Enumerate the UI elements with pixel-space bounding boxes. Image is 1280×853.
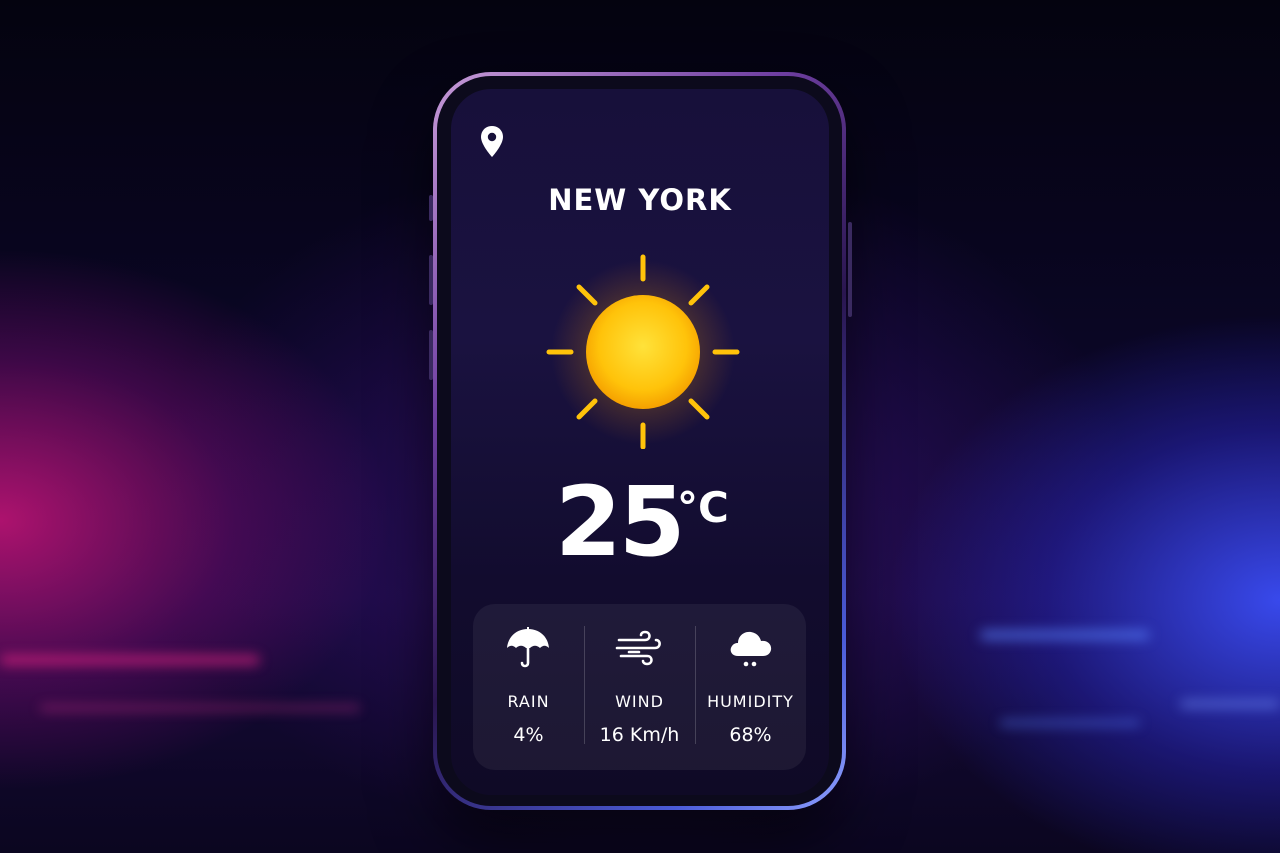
stat-label: RAIN: [507, 692, 550, 711]
weather-app-screen: NEW YORK 25 °C RAIN 4% WIND 16 Km/h HUMI…: [451, 89, 829, 795]
map-pin-icon[interactable]: [479, 125, 505, 159]
light-streak: [980, 630, 1150, 640]
stat-rain: RAIN 4%: [473, 604, 584, 770]
temperature-display: 25 °C: [555, 467, 755, 577]
light-streak: [0, 655, 260, 665]
wind-icon: [615, 626, 663, 670]
stat-wind: WIND 16 Km/h: [584, 604, 695, 770]
stat-humidity: HUMIDITY 68%: [695, 604, 806, 770]
stat-label: WIND: [615, 692, 664, 711]
stat-label: HUMIDITY: [707, 692, 794, 711]
light-streak: [40, 705, 360, 711]
umbrella-icon: [504, 626, 552, 670]
temperature-unit: °C: [677, 483, 729, 532]
sun-icon: [543, 249, 743, 450]
light-streak: [1180, 700, 1280, 708]
city-name: NEW YORK: [548, 183, 732, 217]
stat-value: 68%: [729, 724, 772, 746]
cloud-rain-icon: [726, 626, 774, 670]
power-button: [848, 222, 852, 317]
stat-value: 4%: [513, 724, 544, 746]
volume-button: [429, 330, 433, 380]
volume-button: [429, 255, 433, 305]
volume-button: [429, 195, 433, 221]
background: NEW YORK 25 °C RAIN 4% WIND 16 Km/h HUMI…: [0, 0, 1280, 853]
light-streak: [1000, 720, 1140, 726]
weather-stats-card: RAIN 4% WIND 16 Km/h HUMIDITY 68%: [473, 604, 806, 770]
temperature-value: 25: [555, 466, 686, 578]
stat-value: 16 Km/h: [599, 724, 680, 746]
